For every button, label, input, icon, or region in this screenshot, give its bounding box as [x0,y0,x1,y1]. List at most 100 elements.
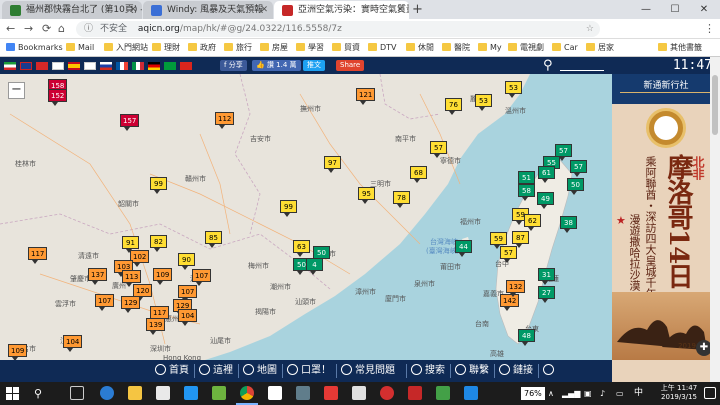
bookmark-dtv[interactable]: DTV [368,39,397,57]
bookmark-trade[interactable]: 貿資 [332,39,360,57]
flag-germany-icon[interactable] [148,62,160,70]
flag-brazil-icon[interactable] [164,62,176,70]
taskbar-clock[interactable]: 上午 11:47 2019/3/15 [656,384,702,402]
aqi-marker[interactable]: 50 [567,178,584,195]
bookmark-travel[interactable]: 旅行 [224,39,252,57]
aqi-marker[interactable]: 44 [455,240,472,257]
nav-contact[interactable]: 聯繫 [455,360,489,382]
aqi-marker[interactable]: 112 [215,112,235,129]
facebook-like-button[interactable]: 👍 讚 1.4 萬 [252,60,301,71]
battery-icon[interactable]: ▭ [616,382,624,405]
aqi-marker[interactable]: 53 [475,94,492,111]
file-explorer-icon[interactable] [128,386,142,400]
task-view-icon[interactable] [70,386,84,400]
aqi-marker[interactable]: 113 [122,270,142,287]
aqi-marker[interactable]: 107 [95,294,115,311]
ime-indicator[interactable]: 中 [634,382,643,405]
aqi-marker[interactable]: 61 [538,166,555,183]
aqi-map[interactable]: − 福州市莆田市泉州市漳州市廈門市龍岩市三明市南平市寧德市梅州市汕頭市潮州市揭陽… [0,74,612,360]
aqi-marker[interactable]: 87 [512,231,529,248]
battery-indicator[interactable]: 76% [521,387,545,400]
aqi-marker[interactable]: 121 [356,88,376,105]
notification-icon[interactable] [704,387,716,399]
close-window-button[interactable]: ✕ [690,0,718,19]
network-icon[interactable]: ▂▄▆ [562,382,580,405]
store-icon[interactable] [156,386,170,400]
aqi-marker[interactable]: 91 [122,236,139,253]
aqi-marker[interactable]: 90 [178,253,195,270]
aqi-marker[interactable]: 99 [280,200,297,217]
aqi-marker[interactable]: 104 [178,309,198,326]
aqi-marker[interactable]: 68 [410,166,427,183]
menu-dots-icon[interactable]: ⋮ [704,21,715,37]
bookmark-home[interactable]: 居家 [586,39,614,57]
bookmark-portal[interactable]: 入門網站 [104,39,148,57]
nav-search[interactable]: 搜索 [411,360,445,382]
aqi-marker[interactable]: 139 [146,318,166,335]
aqi-marker[interactable]: 152 [48,89,68,106]
aqi-marker[interactable]: 58 [518,184,535,201]
browser-tab-1[interactable]: 福州郡快霧台北了 (第10頁) - 鄰... ✕ [2,1,142,19]
flag-iran-icon[interactable] [4,62,16,70]
tweet-button[interactable]: 推文 [303,60,325,71]
nav-settings[interactable] [543,360,557,382]
close-tab-1-icon[interactable]: ✕ [129,1,137,19]
flag-italy-icon[interactable] [132,62,144,70]
aqi-marker[interactable]: 137 [88,268,108,285]
url-text[interactable]: aqicn.org/map/hk/#@g/24.0322/116.5558/7z [138,24,342,34]
aqi-marker[interactable]: 48 [518,329,535,346]
bookmark-finance[interactable]: 理財 [152,39,180,57]
flag-china-icon[interactable] [36,62,48,70]
nav-links[interactable]: 鏈接 [499,360,533,382]
aqi-marker[interactable]: 109 [153,268,173,285]
aqi-marker[interactable]: 95 [358,187,375,204]
browser-tab-2[interactable]: Windy: 風暴及天氣預報 ✕ [143,1,273,19]
bookmark-my[interactable]: My [478,39,502,57]
aqi-marker[interactable]: 78 [393,191,410,208]
facebook-share-button[interactable]: f 分享 [220,60,247,71]
aqi-marker[interactable]: 99 [150,177,167,194]
bookmark-leisure[interactable]: 休閒 [406,39,434,57]
app-icon-8[interactable] [464,386,478,400]
flag-france-icon[interactable] [116,62,128,70]
app-icon-6[interactable] [408,386,422,400]
advertisement[interactable]: 新通新行社 北非 摩洛哥14日 乘阿聯酋・深訪四大皇城千年歷史& 漫遊撒哈拉沙漠… [612,74,720,360]
aqi-marker[interactable]: 53 [505,81,522,98]
close-tab-3-icon[interactable]: ✕ [396,1,404,19]
reload-icon[interactable]: ⟳ [42,21,51,37]
app-icon-4[interactable] [352,386,366,400]
url-bar[interactable]: ⓘ 不安全 aqicn.org/map/hk/#@g/24.0322/116.5… [76,21,600,37]
aqi-marker[interactable]: 117 [28,247,48,264]
aqi-marker[interactable]: 85 [205,231,222,248]
back-icon[interactable]: ← [6,21,15,37]
flag-korea-icon[interactable] [84,62,96,70]
home-icon[interactable]: ⌂ [58,21,65,37]
nav-faq[interactable]: 常見問題 [341,360,395,382]
aqi-marker[interactable]: 4 [306,258,323,275]
nav-home[interactable]: 首頁 [155,360,189,382]
aqi-marker[interactable]: 27 [538,286,555,303]
aqi-marker[interactable]: 82 [150,235,167,252]
minimize-button[interactable]: — [632,0,660,19]
aqi-marker[interactable]: 107 [178,285,198,302]
app-icon-7[interactable] [436,386,450,400]
browser-tab-3[interactable]: 亞洲空氣污染：實時空氣質量指... ✕ [274,1,409,19]
mail-icon[interactable] [184,386,198,400]
bookmark-house[interactable]: 房屋 [260,39,288,57]
aqi-marker[interactable]: 129 [121,296,141,313]
new-tab-button[interactable]: + [412,1,423,18]
bookmark-hospital[interactable]: 醫院 [442,39,470,57]
page-scrollbar[interactable] [710,57,720,382]
flag-russia-icon[interactable] [100,62,112,70]
flag-uk-icon[interactable] [20,62,32,70]
aqi-marker[interactable]: 63 [293,240,310,257]
flag-vietnam-icon[interactable] [180,62,192,70]
app-icon-5[interactable] [380,386,394,400]
app-icon-3[interactable] [324,386,338,400]
aqi-marker[interactable]: 132 [506,280,526,297]
bookmark-study[interactable]: 學習 [296,39,324,57]
search-icon[interactable]: ⚲ [543,57,553,74]
flag-spain-icon[interactable] [68,62,80,70]
aqi-marker[interactable]: 157 [120,114,140,131]
windows-start-icon[interactable] [6,387,19,400]
